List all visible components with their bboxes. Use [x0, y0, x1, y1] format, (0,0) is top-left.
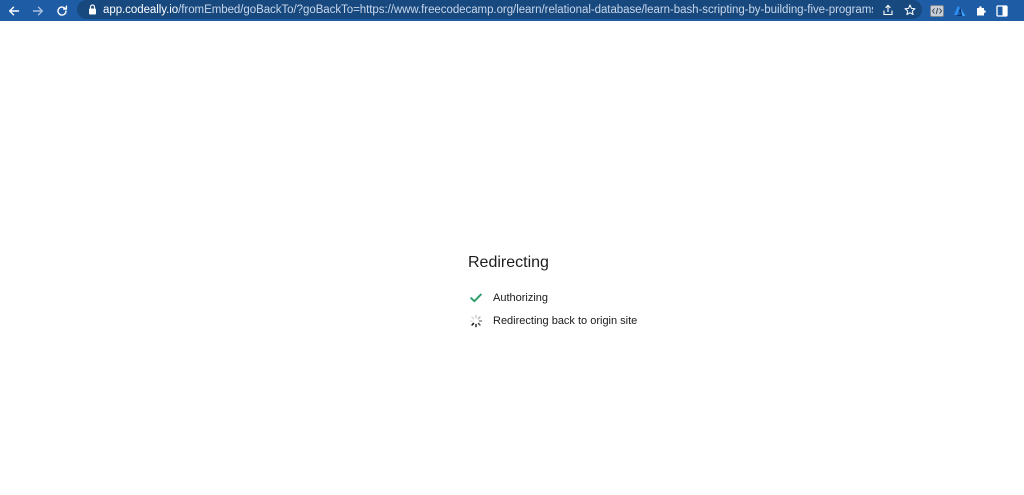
lock-icon[interactable] [87, 4, 97, 16]
back-button[interactable] [3, 0, 25, 21]
step-label: Redirecting back to origin site [493, 314, 638, 327]
address-bar[interactable]: app.codeally.io/fromEmbed/goBackTo/?goBa… [77, 0, 922, 19]
reload-button[interactable] [51, 0, 73, 21]
step-authorizing: Authorizing [468, 286, 637, 309]
forward-button[interactable] [27, 0, 49, 21]
url-text[interactable]: app.codeally.io/fromEmbed/goBackTo/?goBa… [103, 4, 873, 16]
back-arrow-icon [9, 6, 20, 15]
browser-toolbar: app.codeally.io/fromEmbed/goBackTo/?goBa… [0, 0, 1024, 21]
azure-extension-icon[interactable] [953, 5, 966, 17]
sidepanel-icon[interactable] [996, 4, 1008, 17]
url-host: app.codeally.io [103, 3, 179, 16]
star-icon[interactable] [904, 4, 916, 16]
check-icon [468, 290, 484, 306]
reload-icon [57, 5, 68, 16]
code-extension-icon[interactable] [930, 4, 944, 17]
forward-arrow-icon [32, 6, 43, 15]
share-icon[interactable] [882, 4, 894, 16]
step-redirecting: Redirecting back to origin site [468, 309, 637, 332]
step-label: Authorizing [493, 291, 549, 304]
page-title: Redirecting [468, 254, 549, 271]
spinner-icon [468, 313, 484, 329]
redirect-panel: Redirecting Authorizing Redirecting back… [468, 254, 637, 332]
url-path: /fromEmbed/goBackTo/?goBackTo=https://ww… [178, 3, 873, 16]
puzzle-icon[interactable] [975, 5, 987, 17]
